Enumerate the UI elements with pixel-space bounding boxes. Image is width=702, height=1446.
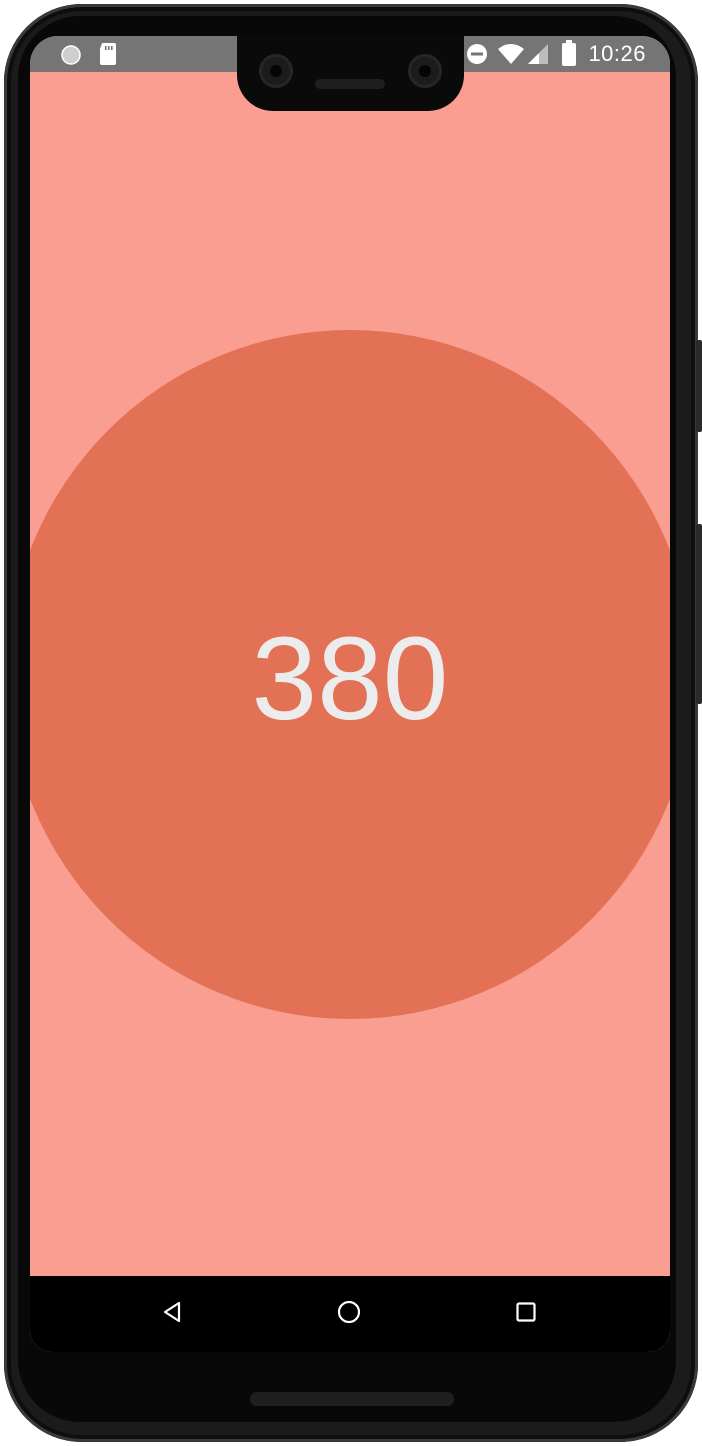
- front-camera-icon: [408, 54, 442, 88]
- app-screen: 10:26 380: [30, 36, 670, 1352]
- signal-icon: [527, 43, 549, 70]
- notification-dot-icon: [60, 44, 82, 71]
- bottom-speaker-grille: [250, 1392, 454, 1406]
- back-icon: [160, 1300, 184, 1329]
- navigation-bar: [30, 1276, 670, 1352]
- volume-button: [696, 524, 702, 704]
- earpiece-speaker: [315, 79, 385, 89]
- recents-button[interactable]: [508, 1296, 544, 1332]
- power-button: [696, 340, 702, 432]
- do-not-disturb-icon: [466, 43, 488, 70]
- recents-icon: [514, 1300, 538, 1329]
- sd-card-icon: [98, 42, 118, 71]
- home-button[interactable]: [331, 1296, 367, 1332]
- status-time: 10:26: [588, 41, 646, 66]
- camera-notch: [237, 36, 464, 111]
- wifi-icon: [497, 43, 525, 70]
- counter-value: 380: [251, 613, 449, 745]
- battery-icon: [562, 40, 576, 71]
- front-camera-icon: [259, 54, 293, 88]
- home-icon: [336, 1299, 362, 1330]
- back-button[interactable]: [154, 1296, 190, 1332]
